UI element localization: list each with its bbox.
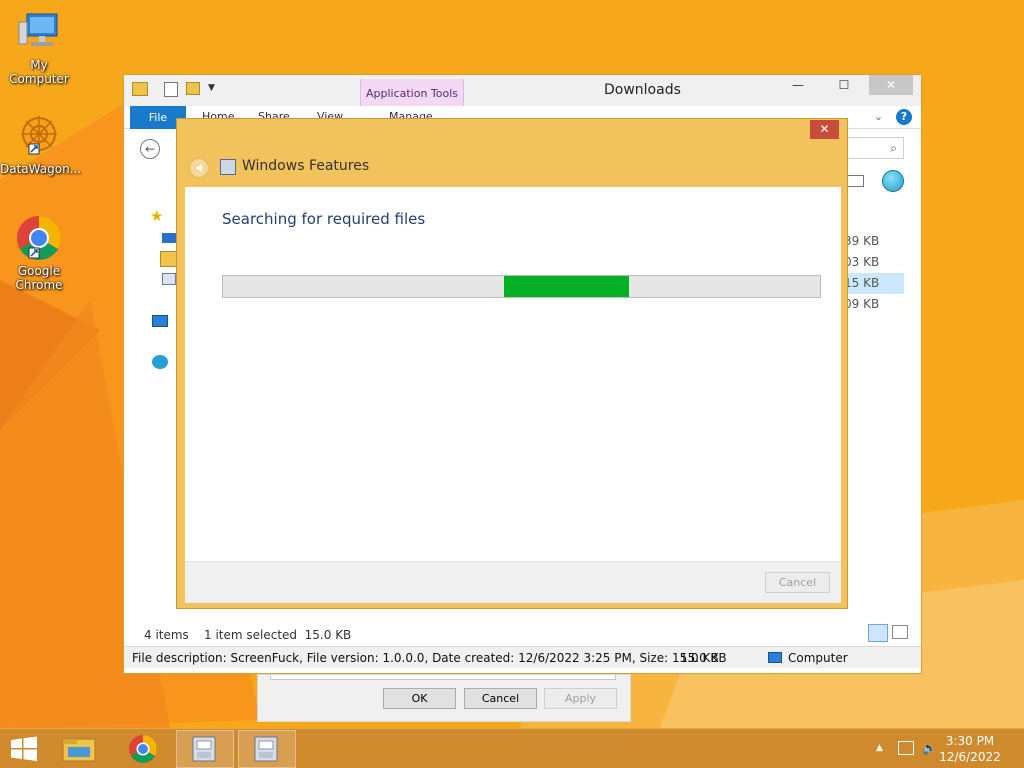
- taskbar-chrome[interactable]: [114, 730, 172, 768]
- close-icon: ✕: [885, 78, 897, 92]
- file-size-cell: 09 KB: [844, 297, 880, 311]
- cancel-button[interactable]: Cancel: [765, 572, 830, 593]
- item-count: 4 items: [144, 628, 189, 642]
- new-folder-icon[interactable]: [186, 82, 200, 95]
- desktop-icon-my-computer[interactable]: My Computer: [0, 8, 78, 86]
- taskbar-windows-features[interactable]: [238, 730, 296, 768]
- dialog-close-button[interactable]: ✕: [810, 120, 839, 139]
- file-description: File description: ScreenFuck, File versi…: [132, 651, 719, 665]
- volume-icon[interactable]: 🔈: [922, 741, 937, 755]
- chrome-icon: [15, 214, 63, 262]
- windows-features-dialog[interactable]: ✕ Windows Features Searching for require…: [176, 118, 848, 609]
- desktop-icon-google-chrome[interactable]: Google Chrome: [0, 214, 78, 292]
- windows-features-icon: [220, 159, 236, 175]
- close-icon: ✕: [819, 122, 830, 136]
- change-view-icon[interactable]: [846, 175, 864, 187]
- taskbar: ▲ 🔈 3:30 PM 12/6/2022: [0, 728, 1024, 768]
- cancel-button[interactable]: Cancel: [464, 688, 537, 709]
- computer-location-icon: [768, 652, 782, 663]
- progress-bar: [222, 275, 821, 298]
- properties-field: [270, 675, 616, 680]
- network-icon[interactable]: [898, 741, 914, 755]
- network-nav-icon[interactable]: [152, 355, 168, 369]
- location-label: Computer: [788, 651, 848, 665]
- selection-info: 1 item selected 15.0 KB: [204, 628, 352, 642]
- desktop-nav-icon[interactable]: [162, 233, 176, 243]
- large-icons-view-icon[interactable]: [892, 625, 908, 639]
- navigation-pane: ★: [130, 165, 180, 615]
- clock-time: 3:30 PM: [945, 734, 995, 748]
- dialog-footer: Cancel: [185, 561, 841, 603]
- system-clock[interactable]: 3:30 PM 12/6/2022: [938, 733, 1002, 765]
- ribbon-expand-icon[interactable]: ⌄: [874, 110, 883, 123]
- search-icon: ⌕: [890, 141, 897, 155]
- details-bar: File description: ScreenFuck, File versi…: [124, 646, 921, 668]
- file-size-cell: 15 KB: [844, 273, 904, 294]
- window-title: Downloads: [604, 82, 681, 98]
- status-heading: Searching for required files: [222, 210, 426, 228]
- apply-button[interactable]: Apply: [544, 688, 617, 709]
- file-size-info: 15.0 KB: [680, 651, 727, 665]
- chrome-icon: [129, 735, 157, 763]
- desktop-icon-label: My Computer: [9, 58, 69, 86]
- computer-icon: [15, 8, 63, 56]
- recent-places-nav-icon[interactable]: [162, 273, 176, 285]
- windows-features-icon: [254, 736, 278, 762]
- dialog-title: Windows Features: [242, 158, 370, 174]
- show-hidden-icons-chevron-icon[interactable]: ▲: [876, 743, 883, 753]
- taskbar-file-explorer[interactable]: [50, 730, 108, 768]
- help-icon[interactable]: ?: [896, 109, 912, 125]
- datawagon-icon: [15, 112, 63, 160]
- view-toolbar: [840, 169, 915, 195]
- taskbar-properties-window[interactable]: [176, 730, 234, 768]
- file-size-cell: 03 KB: [844, 255, 880, 269]
- start-button[interactable]: [0, 729, 48, 768]
- file-size-column: 39 KB 03 KB 15 KB 09 KB: [844, 231, 904, 315]
- ok-button[interactable]: OK: [383, 688, 456, 709]
- file-explorer-icon: [62, 738, 96, 762]
- clock-date: 12/6/2022: [939, 750, 1001, 764]
- back-icon[interactable]: ←: [140, 139, 160, 159]
- desktop-icon-label: Google Chrome: [15, 264, 63, 292]
- details-view-icon[interactable]: [868, 624, 888, 642]
- minimize-button[interactable]: —: [775, 75, 821, 95]
- desktop-icon-datawagon[interactable]: DataWagon...: [0, 112, 82, 176]
- desktop-icon-label: DataWagon...: [0, 162, 82, 176]
- quick-access-dropdown-icon[interactable]: ▼: [208, 83, 215, 93]
- computer-nav-icon[interactable]: [152, 315, 168, 327]
- favorites-star-icon[interactable]: ★: [150, 207, 163, 225]
- file-size-cell: 39 KB: [844, 234, 880, 248]
- close-button[interactable]: ✕: [869, 75, 913, 95]
- properties-dialog: OK Cancel Apply: [257, 674, 631, 722]
- explorer-titlebar[interactable]: ▼ Application Tools Downloads — ☐ ✕: [124, 75, 921, 129]
- globe-icon[interactable]: [882, 170, 904, 192]
- application-window-icon: [192, 736, 216, 762]
- maximize-button[interactable]: ☐: [821, 75, 867, 95]
- application-tools-label: Application Tools: [365, 87, 459, 100]
- windows-logo-icon: [11, 736, 37, 761]
- status-bar: 4 items 1 item selected 15.0 KB: [124, 624, 921, 646]
- properties-icon[interactable]: [164, 82, 178, 97]
- search-box[interactable]: ⌕: [842, 137, 904, 159]
- progress-bar-fill: [503, 276, 629, 297]
- dialog-content: Searching for required files: [185, 187, 841, 561]
- back-arrow-icon[interactable]: [189, 158, 209, 178]
- quick-access-folder-icon[interactable]: [132, 82, 148, 96]
